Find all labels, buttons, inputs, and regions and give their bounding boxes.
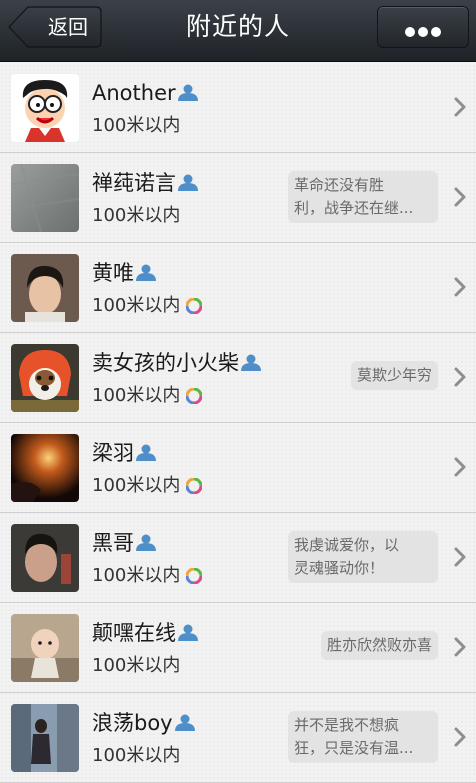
male-gender-icon	[136, 444, 156, 461]
person-name: 颠嘿在线	[92, 621, 176, 645]
signature-text: 胜亦欣然败亦喜	[326, 636, 432, 654]
male-gender-icon	[241, 354, 261, 371]
name-line: 浪荡boy	[92, 709, 196, 739]
distance-text: 100米以内	[92, 385, 181, 406]
male-gender-icon	[178, 624, 198, 641]
signature-bubble: 并不是我不想疯 狂，只是没有温...	[288, 711, 438, 763]
distance-line: 100米以内	[92, 384, 203, 410]
distance-line: 100米以内	[92, 204, 180, 230]
moments-icon	[186, 388, 203, 404]
person-name: Another	[92, 81, 176, 105]
chevron-right-icon	[454, 367, 466, 387]
person-name: 浪荡boy	[92, 711, 173, 735]
distance-text: 100米以内	[92, 565, 181, 586]
male-gender-icon	[178, 174, 198, 191]
avatar	[11, 524, 79, 592]
chevron-right-icon	[454, 457, 466, 477]
signature-text: 我虔诚爱你，以 灵魂骚动你！	[294, 536, 400, 577]
distance-line: 100米以内	[92, 654, 180, 680]
person-name: 黑哥	[92, 531, 134, 555]
distance-line: 100米以内	[92, 564, 203, 590]
chevron-right-icon	[454, 97, 466, 117]
more-dots-icon	[405, 22, 444, 37]
back-button[interactable]: 返回	[8, 6, 102, 48]
more-options-button[interactable]	[377, 6, 469, 48]
list-item[interactable]: 黄唯 100米以内	[0, 243, 476, 333]
person-name: 黄唯	[92, 261, 134, 285]
name-line: Another	[92, 79, 199, 109]
distance-text: 100米以内	[92, 115, 181, 136]
avatar	[11, 704, 79, 772]
male-gender-icon	[174, 714, 195, 731]
signature-text: 并不是我不想疯 狂，只是没有温...	[294, 716, 414, 757]
chevron-right-icon	[454, 187, 466, 207]
person-name: 梁羽	[92, 441, 134, 465]
male-gender-icon	[177, 84, 198, 101]
signature-bubble: 莫欺少年穷	[350, 361, 438, 390]
list-item[interactable]: 黑哥 100米以内 我虔诚爱你，以 灵魂骚动你！	[0, 513, 476, 603]
avatar	[11, 434, 79, 502]
distance-text: 100米以内	[92, 655, 181, 676]
distance-line: 100米以内	[92, 294, 203, 320]
avatar	[11, 344, 79, 412]
male-gender-icon	[136, 264, 156, 281]
distance-text: 100米以内	[92, 205, 181, 226]
distance-text: 100米以内	[92, 295, 181, 316]
moments-icon	[186, 568, 203, 584]
signature-text: 莫欺少年穷	[356, 366, 432, 384]
list-item[interactable]: 卖女孩的小火柴 100米以内 莫欺少年穷	[0, 333, 476, 423]
list-item[interactable]: Another 100米以内	[0, 63, 476, 153]
name-line: 黑哥	[92, 529, 157, 559]
avatar	[11, 254, 79, 322]
distance-text: 100米以内	[92, 475, 181, 496]
name-line: 梁羽	[92, 439, 157, 469]
distance-line: 100米以内	[92, 114, 180, 140]
signature-text: 革命还没有胜 利，战争还在继...	[294, 176, 414, 217]
name-line: 黄唯	[92, 259, 157, 289]
avatar	[11, 614, 79, 682]
list-item[interactable]: 浪荡boy 100米以内 并不是我不想疯 狂，只是没有温...	[0, 693, 476, 783]
back-button-label: 返回	[48, 15, 88, 39]
chevron-right-icon	[454, 727, 466, 747]
signature-bubble: 革命还没有胜 利，战争还在继...	[288, 171, 438, 223]
navigation-bar: 返回 附近的人	[0, 0, 476, 62]
chevron-right-icon	[454, 547, 466, 567]
name-line: 卖女孩的小火柴	[92, 349, 262, 379]
distance-text: 100米以内	[92, 745, 181, 766]
chevron-right-icon	[454, 277, 466, 297]
person-name: 禅莼诺言	[92, 171, 176, 195]
avatar	[11, 164, 79, 232]
male-gender-icon	[136, 534, 156, 551]
list-item[interactable]: 梁羽 100米以内	[0, 423, 476, 513]
page-title: 附近的人	[185, 12, 290, 41]
avatar	[11, 74, 79, 142]
person-name: 卖女孩的小火柴	[92, 351, 239, 375]
signature-bubble: 我虔诚爱你，以 灵魂骚动你！	[288, 531, 438, 583]
distance-line: 100米以内	[92, 474, 203, 500]
list-item[interactable]: 禅莼诺言 100米以内 革命还没有胜 利，战争还在继...	[0, 153, 476, 243]
chevron-right-icon	[454, 637, 466, 657]
distance-line: 100米以内	[92, 744, 180, 770]
signature-bubble: 胜亦欣然败亦喜	[320, 631, 438, 660]
name-line: 颠嘿在线	[92, 619, 199, 649]
list-item[interactable]: 颠嘿在线 100米以内 胜亦欣然败亦喜	[0, 603, 476, 693]
moments-icon	[186, 478, 203, 494]
name-line: 禅莼诺言	[92, 169, 199, 199]
moments-icon	[186, 298, 203, 314]
